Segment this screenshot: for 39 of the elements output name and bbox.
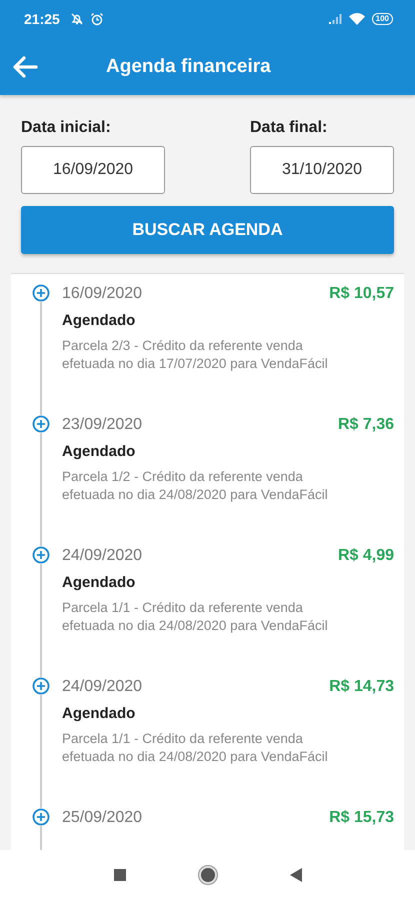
plus-circle-icon[interactable] [32,415,50,433]
entry-amount: R$ 14,73 [329,678,394,696]
entry-date: 16/09/2020 [62,285,142,303]
entry-amount: R$ 15,73 [329,809,394,827]
search-schedule-button[interactable]: BUSCAR AGENDA [21,206,394,254]
entry-status: Agendado [62,574,136,591]
entry-status: Agendado [62,443,136,460]
bell-off-icon [70,12,84,26]
entry-amount: R$ 10,57 [329,285,394,303]
screen-title: Agenda financeira [106,56,271,78]
entry-date: 25/09/2020 [62,809,142,827]
plus-circle-icon[interactable] [32,677,50,695]
field-label: Data final: [250,119,328,137]
entry-description: Parcela 1/1 - Crédito da referente venda efetuada no dia 24/08/2020 para VendaFácil [62,730,329,766]
start-date-field[interactable]: 16/09/2020 [21,146,165,194]
entry-date: 23/09/2020 [62,416,142,434]
home-icon[interactable] [196,864,218,886]
back-arrow-icon [12,56,38,78]
entry-date: 24/09/2020 [62,678,142,696]
entry-status: Agendado [62,705,136,722]
recent-apps-icon[interactable] [112,868,126,882]
entry-description: Parcela 1/2 - Crédito da referente venda efetuada no dia 24/08/2020 para VendaFácil [62,468,329,504]
battery-level: 100 [372,13,393,25]
plus-circle-icon[interactable] [32,808,50,826]
plus-circle-icon[interactable] [32,284,50,302]
entry-status: Agendado [62,312,136,329]
alarm-clock-icon [90,12,104,26]
entry-description: Parcela 2/3 - Crédito da referente venda efetuada no dia 17/07/2020 para VendaFácil [62,337,329,373]
entry-date: 24/09/2020 [62,547,142,565]
plus-circle-icon[interactable] [32,546,50,564]
back-triangle-icon[interactable] [288,867,302,883]
clock-time: 21:25 [24,11,60,27]
entry-description: Parcela 1/1 - Crédito da referente venda efetuada no dia 24/08/2020 para VendaFácil [62,599,329,635]
entry-amount: R$ 4,99 [338,547,394,565]
end-date-field[interactable]: 31/10/2020 [250,146,394,194]
wifi-icon [348,12,366,26]
entry-amount: R$ 7,36 [338,416,394,434]
field-label: Data inicial: [21,119,112,137]
signal-icon [328,13,342,25]
